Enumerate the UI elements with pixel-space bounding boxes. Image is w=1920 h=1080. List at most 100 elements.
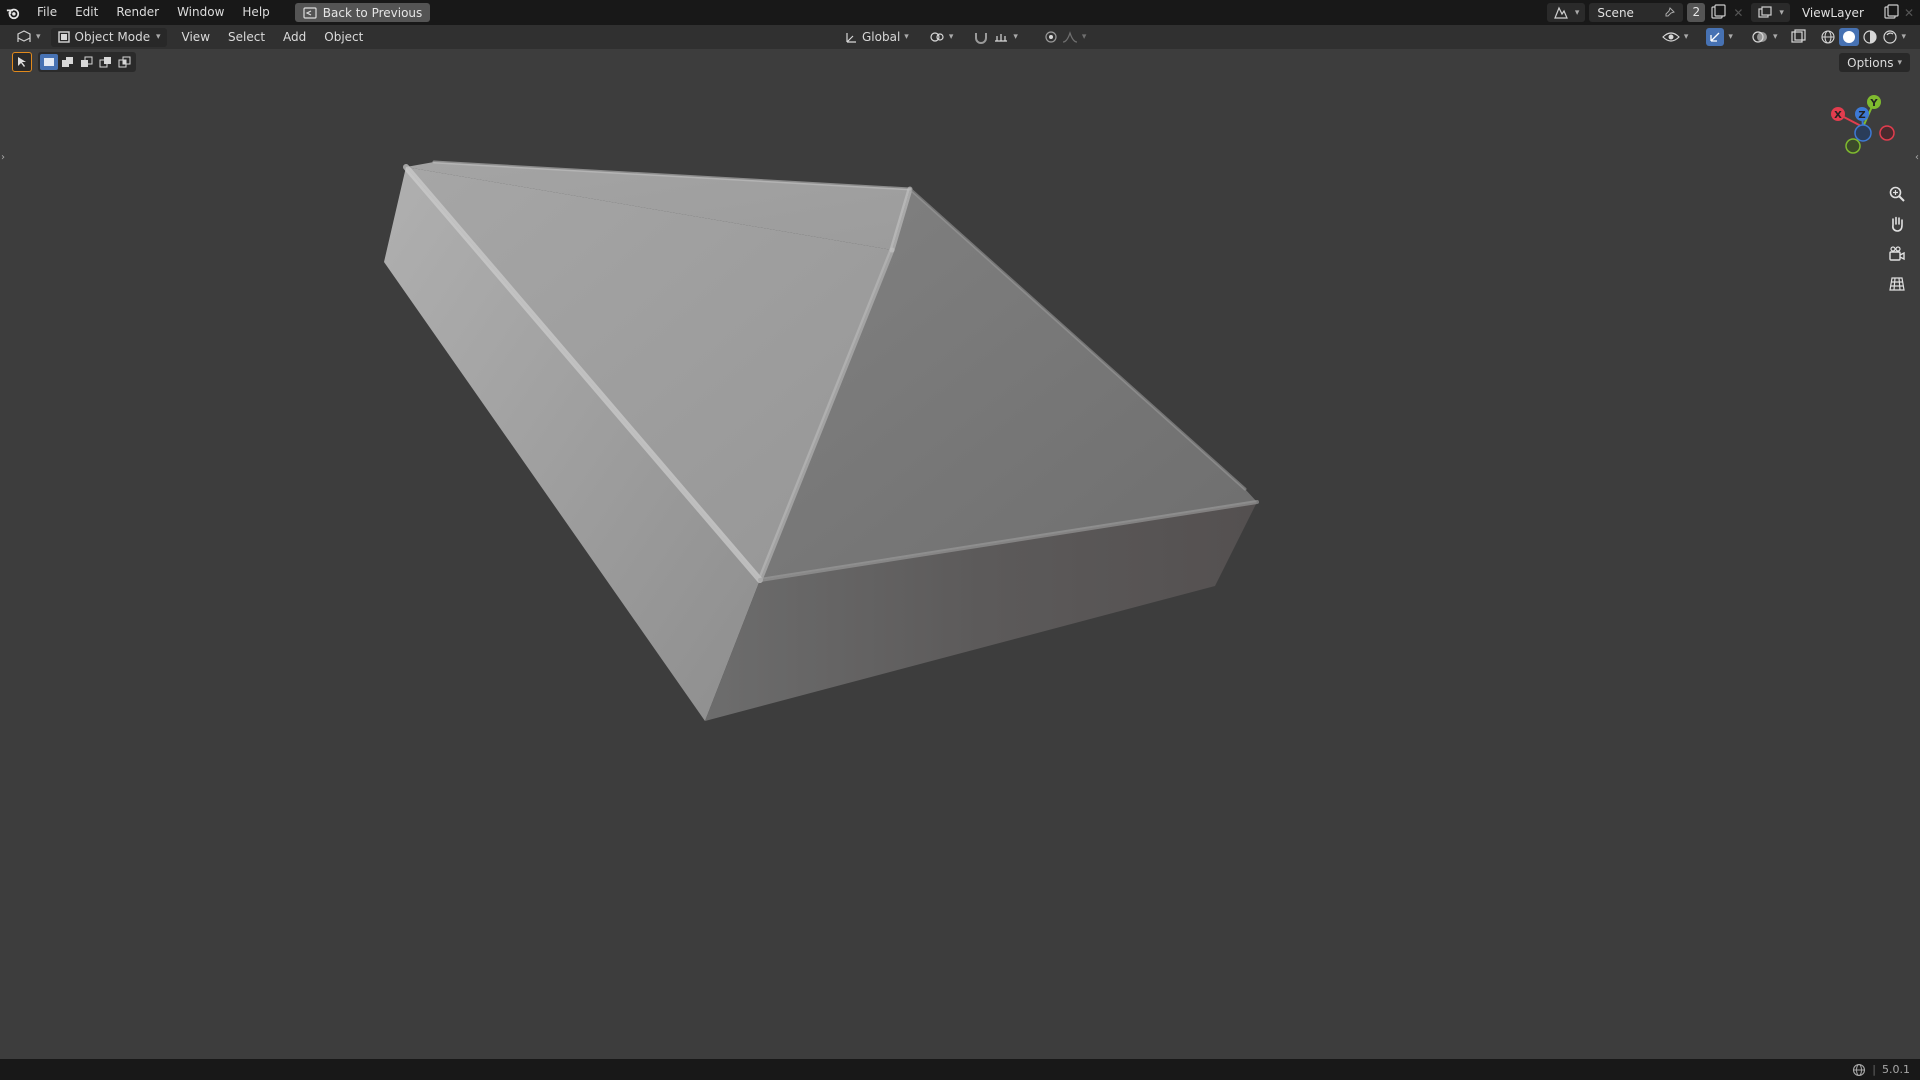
cursor-arrow-icon	[18, 57, 26, 67]
chevron-down-icon: ▾	[1013, 32, 1018, 42]
magnifier-icon	[1889, 186, 1905, 202]
scene-selector[interactable]: ▾	[1546, 3, 1586, 22]
pan-button[interactable]	[1884, 211, 1910, 237]
scene-name-field[interactable]: Scene	[1589, 3, 1684, 22]
menu-object[interactable]: Object	[315, 25, 372, 49]
wireframe-shading-icon[interactable]	[1819, 29, 1837, 45]
back-to-previous-label: Back to Previous	[322, 5, 423, 20]
close-view-layer-icon[interactable]: ✕	[1904, 6, 1914, 20]
view-layer-icon	[1758, 5, 1773, 18]
menu-add[interactable]: Add	[274, 25, 315, 49]
select-intersect-button[interactable]	[116, 54, 134, 70]
3d-viewport[interactable]: › ‹ X Y Z	[0, 49, 1920, 1059]
zoom-button[interactable]	[1884, 181, 1910, 207]
sidebar-expand-arrow[interactable]: ‹	[1915, 152, 1919, 163]
chevron-down-icon: ▾	[1897, 57, 1902, 68]
eye-selectability-icon	[1662, 32, 1680, 42]
camera-view-button[interactable]	[1884, 241, 1910, 267]
mode-selector[interactable]: Object Mode ▾	[50, 27, 167, 47]
magnet-icon[interactable]	[973, 30, 989, 44]
proportional-edit-icon[interactable]	[1044, 30, 1058, 44]
gizmo-neg-y[interactable]	[1845, 138, 1861, 154]
select-extend-icon	[62, 57, 73, 67]
gizmo-neg-x[interactable]	[1879, 125, 1895, 141]
chevron-down-icon: ▾	[904, 32, 909, 42]
chevron-down-icon: ▾	[36, 32, 41, 42]
solid-shading-icon[interactable]	[1841, 29, 1857, 45]
material-preview-icon[interactable]	[1861, 29, 1879, 45]
viewport-editor-icon	[17, 30, 31, 42]
visibility-selector[interactable]: ▾	[1656, 28, 1695, 47]
select-subtract-icon	[81, 56, 93, 67]
chevron-down-icon[interactable]: ▾	[1901, 32, 1906, 42]
close-scene-icon[interactable]: ✕	[1733, 6, 1743, 20]
network-globe-icon[interactable]	[1852, 1063, 1866, 1077]
top-right-controls: ▾ Scene 2 ✕ ▾ ViewLayer ✕	[1546, 0, 1920, 25]
rendered-shading-icon[interactable]	[1881, 29, 1899, 45]
select-extend-button[interactable]	[59, 54, 77, 70]
menu-file[interactable]: File	[28, 0, 66, 25]
menu-edit[interactable]: Edit	[66, 0, 107, 25]
blender-logo-icon[interactable]	[6, 6, 20, 20]
chevron-down-icon: ▾	[948, 32, 954, 42]
menu-select[interactable]: Select	[219, 25, 274, 49]
editor-type-selector[interactable]: ▾	[10, 28, 47, 47]
menu-window[interactable]: Window	[168, 0, 233, 25]
view-layer-field[interactable]: ViewLayer	[1793, 3, 1880, 22]
selection-mode-group	[38, 52, 136, 72]
status-bar: | 5.0.1	[0, 1059, 1920, 1080]
mesh-object[interactable]	[0, 49, 1920, 1059]
proportional-editing[interactable]: ▾	[1038, 28, 1093, 47]
new-view-layer-icon[interactable]	[1880, 3, 1902, 22]
select-invert-button[interactable]	[97, 54, 115, 70]
shading-modes: ▾	[1813, 28, 1912, 47]
select-intersect-icon	[118, 56, 131, 68]
perspective-toggle-button[interactable]	[1884, 271, 1910, 297]
top-bar: File Edit Render Window Help Back to Pre…	[0, 0, 1920, 25]
scene-name: Scene	[1597, 5, 1634, 20]
navigation-gizmo[interactable]: X Y Z	[1818, 84, 1908, 164]
gizmo-toggle[interactable]: ▾	[1700, 28, 1739, 47]
menu-help[interactable]: Help	[233, 0, 278, 25]
gizmo-icon	[1710, 32, 1720, 42]
menu-view[interactable]: View	[173, 25, 219, 49]
overlays-toggle[interactable]: ▾	[1745, 28, 1784, 47]
chevron-down-icon: ▾	[1772, 32, 1778, 42]
overlays-icon	[1752, 31, 1767, 43]
gizmo-neg-z[interactable]	[1854, 124, 1872, 142]
active-tool-button[interactable]	[12, 52, 32, 72]
falloff-curve-icon[interactable]	[1062, 30, 1078, 44]
chevron-down-icon: ▾	[156, 32, 161, 42]
pivot-selector[interactable]: ▾	[923, 28, 960, 47]
chevron-down-icon: ▾	[1574, 7, 1580, 18]
back-screen-icon	[303, 6, 317, 19]
chevron-down-icon: ▾	[1081, 32, 1087, 42]
view-layer-selector[interactable]: ▾	[1751, 3, 1790, 22]
options-label: Options	[1847, 55, 1894, 70]
view-layer-name: ViewLayer	[1801, 5, 1864, 20]
viewport-display-tools: ▾ ▾ ▾ ▾	[1656, 25, 1912, 49]
new-scene-icon[interactable]	[1707, 3, 1729, 22]
pin-icon[interactable]	[1664, 7, 1676, 18]
status-separator: |	[1872, 1063, 1876, 1076]
select-new-button[interactable]	[40, 54, 58, 70]
select-new-icon	[44, 58, 54, 66]
gizmo-y-label: Y	[1869, 98, 1878, 109]
options-dropdown[interactable]: Options ▾	[1839, 53, 1910, 72]
orientation-label: Global	[862, 30, 901, 44]
scene-icon	[1553, 6, 1568, 19]
version-label: 5.0.1	[1882, 1063, 1910, 1076]
viewport-header: ▾ Object Mode ▾ View Select Add Object G…	[0, 25, 1920, 49]
scene-users-count[interactable]: 2	[1687, 3, 1706, 22]
select-subtract-button[interactable]	[78, 54, 96, 70]
menu-render[interactable]: Render	[107, 0, 168, 25]
orientation-selector[interactable]: Global ▾	[838, 28, 915, 47]
tool-settings-row	[12, 52, 136, 72]
toolbar-expand-arrow[interactable]: ›	[1, 152, 5, 163]
snap-increment-icon[interactable]	[993, 30, 1009, 44]
global-orientation-icon	[846, 33, 856, 43]
mode-label: Object Mode	[74, 30, 151, 44]
xray-toggle-icon[interactable]	[1789, 29, 1807, 45]
back-to-previous-button[interactable]: Back to Previous	[294, 3, 431, 22]
snap-controls[interactable]: ▾	[967, 28, 1024, 47]
